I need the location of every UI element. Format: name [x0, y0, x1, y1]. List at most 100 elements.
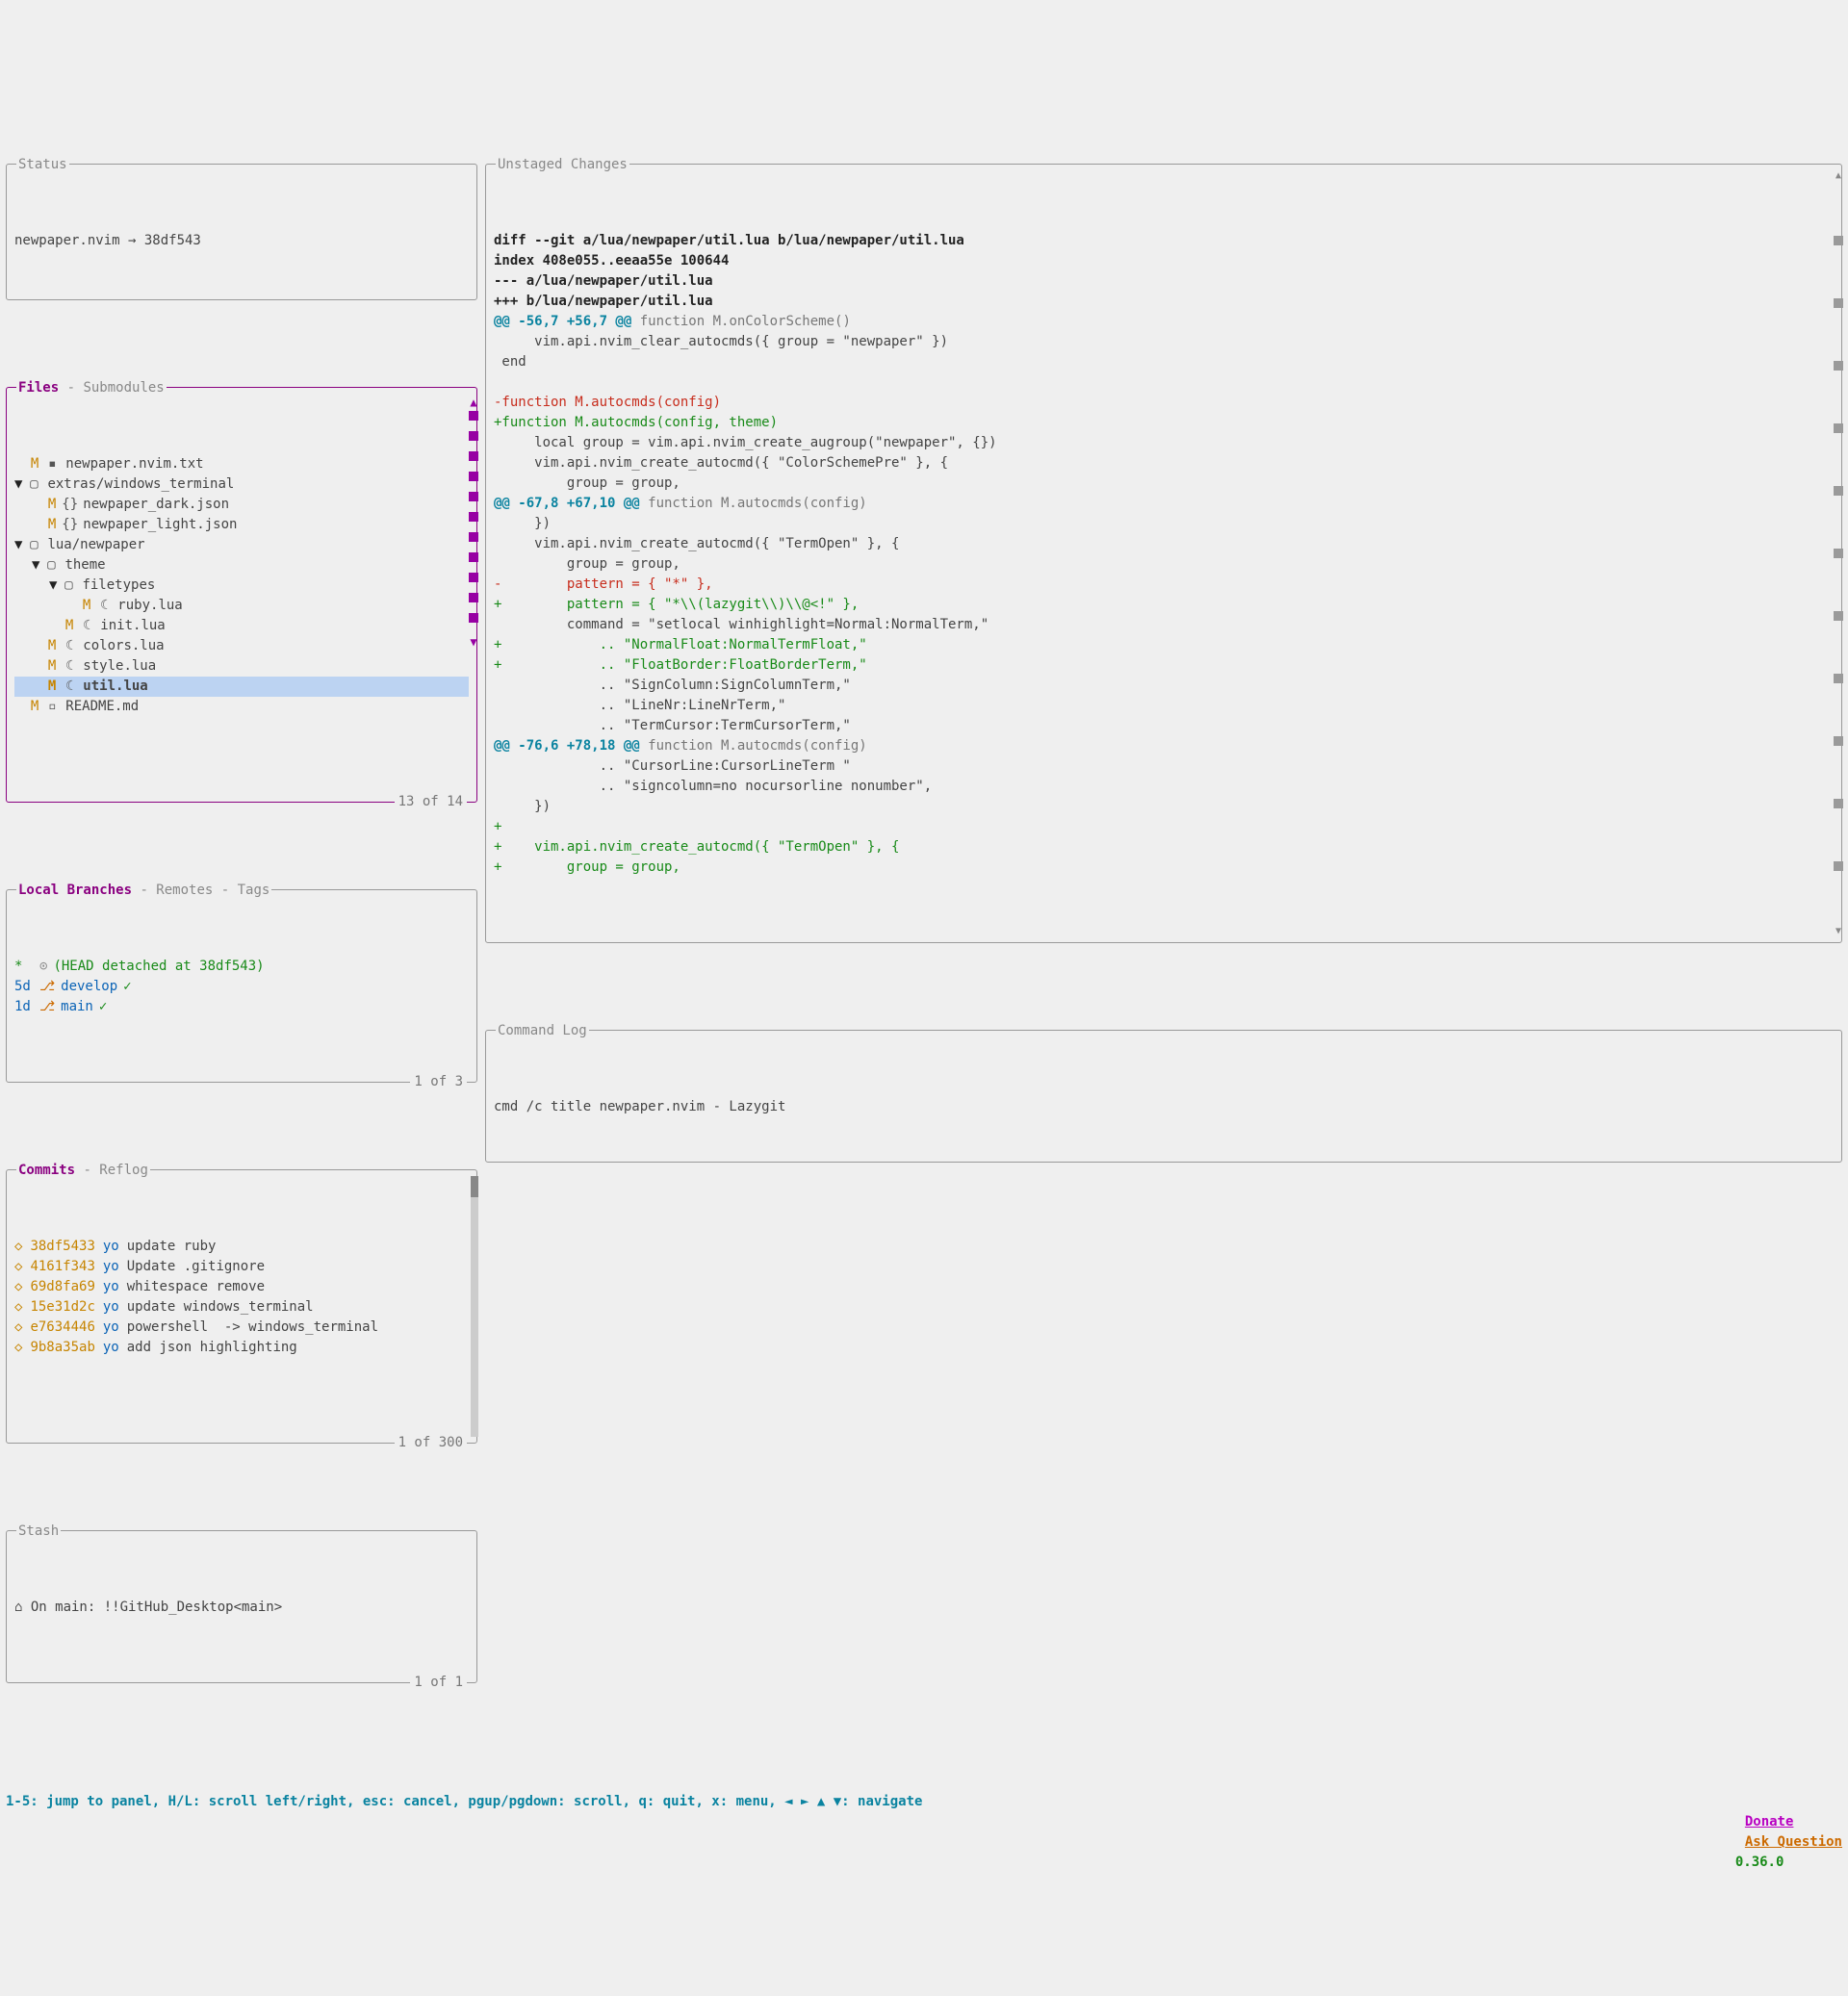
diff-line[interactable]: +++ b/lua/newpaper/util.lua: [494, 292, 1828, 312]
branch-icon: ⎇: [39, 979, 55, 994]
file-row[interactable]: M☾util.lua: [14, 677, 469, 697]
file-name: ruby.lua: [117, 596, 182, 616]
commit-row[interactable]: ◇9b8a35abyoadd json highlighting: [14, 1338, 469, 1358]
diff-line[interactable]: index 408e055..eeaa55e 100644: [494, 251, 1828, 271]
version-label: 0.36.0: [1735, 1855, 1784, 1870]
diff-line[interactable]: command = "setlocal winhighlight=Normal:…: [494, 615, 1828, 635]
branch-row[interactable]: 5d⎇develop ✓: [14, 977, 469, 997]
command-log-panel[interactable]: Command Log cmd /c title newpaper.nvim -…: [485, 1030, 1842, 1163]
diff-line[interactable]: .. "TermCursor:TermCursorTerm,": [494, 716, 1828, 736]
expand-arrow-icon[interactable]: ▼: [14, 535, 22, 555]
commit-author: yo: [103, 1257, 119, 1277]
diff-line[interactable]: +: [494, 817, 1828, 837]
branch-name: develop: [61, 977, 117, 997]
diff-line[interactable]: group = group,: [494, 554, 1828, 575]
file-name: util.lua: [83, 677, 147, 697]
donate-link[interactable]: Donate: [1745, 1814, 1794, 1830]
commit-hash: 69d8fa69: [30, 1277, 94, 1297]
stash-panel[interactable]: Stash ⌂ On main: !!GitHub_Desktop<main> …: [6, 1530, 477, 1683]
folder-icon: ▢: [47, 557, 55, 573]
branch-name: (HEAD detached at 38df543): [53, 957, 264, 977]
file-status: M: [14, 454, 38, 474]
commit-row[interactable]: ◇4161f343yoUpdate .gitignore: [14, 1257, 469, 1277]
commit-graph-icon: ◇: [14, 1318, 22, 1338]
diff-line[interactable]: --- a/lua/newpaper/util.lua: [494, 271, 1828, 292]
commit-row[interactable]: ◇e7634446yopowershell -> windows_termina…: [14, 1318, 469, 1338]
commits-panel[interactable]: Commits - Reflog ◇38df5433youpdate ruby◇…: [6, 1169, 477, 1444]
file-row[interactable]: ▼▢lua/newpaper: [14, 535, 469, 555]
file-name: extras/windows_terminal: [47, 474, 234, 495]
diff-line[interactable]: @@ -56,7 +56,7 @@ function M.onColorSche…: [494, 312, 1828, 332]
diff-line[interactable]: .. "signcolumn=no nocursorline nonumber"…: [494, 777, 1828, 797]
file-name: newpaper.nvim.txt: [65, 454, 203, 474]
lua-icon: ☾: [83, 618, 90, 633]
commit-author: yo: [103, 1318, 119, 1338]
diff-line[interactable]: end: [494, 352, 1828, 372]
files-scrollbar[interactable]: ▲ ▼: [469, 394, 478, 796]
diff-line[interactable]: .. "LineNr:LineNrTerm,": [494, 696, 1828, 716]
file-row[interactable]: M{}newpaper_dark.json: [14, 495, 469, 515]
file-name: filetypes: [82, 576, 155, 596]
diff-line[interactable]: @@ -67,8 +67,10 @@ function M.autocmds(c…: [494, 494, 1828, 514]
diff-line[interactable]: .. "CursorLine:CursorLineTerm ": [494, 756, 1828, 777]
branches-panel[interactable]: Local Branches - Remotes - Tags *⊙(HEAD …: [6, 889, 477, 1083]
diff-line[interactable]: + .. "NormalFloat:NormalTermFloat,": [494, 635, 1828, 655]
files-panel[interactable]: Files - Submodules M▪newpaper.nvim.txt▼▢…: [6, 387, 477, 803]
stash-text: On main: !!GitHub_Desktop<main>: [31, 1599, 282, 1615]
commit-message: Update .gitignore: [127, 1257, 265, 1277]
status-panel[interactable]: Status newpaper.nvim → 38df543: [6, 164, 477, 300]
diff-line[interactable]: + vim.api.nvim_create_autocmd({ "TermOpe…: [494, 837, 1828, 857]
stash-title: Stash: [16, 1522, 61, 1542]
expand-arrow-icon[interactable]: ▼: [14, 474, 22, 495]
file-row[interactable]: ▼▢extras/windows_terminal: [14, 474, 469, 495]
diff-line[interactable]: [494, 372, 1828, 393]
diff-line[interactable]: - pattern = { "*" },: [494, 575, 1828, 595]
diff-line[interactable]: @@ -76,6 +78,18 @@ function M.autocmds(c…: [494, 736, 1828, 756]
commit-row[interactable]: ◇69d8fa69yowhitespace remove: [14, 1277, 469, 1297]
diff-line[interactable]: }): [494, 797, 1828, 817]
diff-line[interactable]: vim.api.nvim_create_autocmd({ "TermOpen"…: [494, 534, 1828, 554]
file-row[interactable]: M☾init.lua: [14, 616, 469, 636]
diff-line[interactable]: diff --git a/lua/newpaper/util.lua b/lua…: [494, 231, 1828, 251]
diff-line[interactable]: -function M.autocmds(config): [494, 393, 1828, 413]
commits-scrollbar[interactable]: [471, 1176, 478, 1437]
file-row[interactable]: M☾ruby.lua: [14, 596, 469, 616]
file-row[interactable]: ▼▢filetypes: [14, 576, 469, 596]
commit-graph-icon: ◇: [14, 1277, 22, 1297]
expand-arrow-icon[interactable]: ▼: [49, 576, 57, 596]
file-row[interactable]: M☾colors.lua: [14, 636, 469, 656]
expand-arrow-icon[interactable]: ▼: [32, 555, 39, 576]
commit-author: yo: [103, 1297, 119, 1318]
file-name: init.lua: [100, 616, 165, 636]
file-row[interactable]: ▼▢theme: [14, 555, 469, 576]
diff-line[interactable]: + .. "FloatBorder:FloatBorderTerm,": [494, 655, 1828, 676]
diff-line[interactable]: vim.api.nvim_clear_autocmds({ group = "n…: [494, 332, 1828, 352]
file-row[interactable]: M☾style.lua: [14, 656, 469, 677]
diff-line[interactable]: vim.api.nvim_create_autocmd({ "ColorSche…: [494, 453, 1828, 473]
diff-scrollbar[interactable]: ▲ ▼: [1834, 168, 1843, 938]
commit-hash: 15e31d2c: [30, 1297, 94, 1318]
file-row[interactable]: M▪newpaper.nvim.txt: [14, 454, 469, 474]
branch-row[interactable]: *⊙(HEAD detached at 38df543): [14, 957, 469, 977]
commit-row[interactable]: ◇15e31d2cyoupdate windows_terminal: [14, 1297, 469, 1318]
diff-line[interactable]: group = group,: [494, 473, 1828, 494]
diff-line[interactable]: .. "SignColumn:SignColumnTerm,": [494, 676, 1828, 696]
commit-message: update ruby: [127, 1237, 217, 1257]
commit-hash: e7634446: [30, 1318, 94, 1338]
diff-line[interactable]: local group = vim.api.nvim_create_augrou…: [494, 433, 1828, 453]
stash-counter: 1 of 1: [410, 1673, 467, 1693]
branch-row[interactable]: 1d⎇main ✓: [14, 997, 469, 1017]
branch-age: 1d: [14, 997, 34, 1017]
ask-question-link[interactable]: Ask Question: [1745, 1834, 1842, 1850]
diff-panel[interactable]: Unstaged Changes diff --git a/lua/newpap…: [485, 164, 1842, 943]
file-row[interactable]: M▫README.md: [14, 697, 469, 717]
file-name: style.lua: [83, 656, 156, 677]
diff-line[interactable]: +function M.autocmds(config, theme): [494, 413, 1828, 433]
commit-row[interactable]: ◇38df5433youpdate ruby: [14, 1237, 469, 1257]
file-row[interactable]: M{}newpaper_light.json: [14, 515, 469, 535]
diff-line[interactable]: + pattern = { "*\\(lazygit\\)\\@<!" },: [494, 595, 1828, 615]
diff-line[interactable]: }): [494, 514, 1828, 534]
diff-line[interactable]: + group = group,: [494, 857, 1828, 878]
file-status: M: [32, 636, 56, 656]
file-status: M: [32, 677, 56, 697]
